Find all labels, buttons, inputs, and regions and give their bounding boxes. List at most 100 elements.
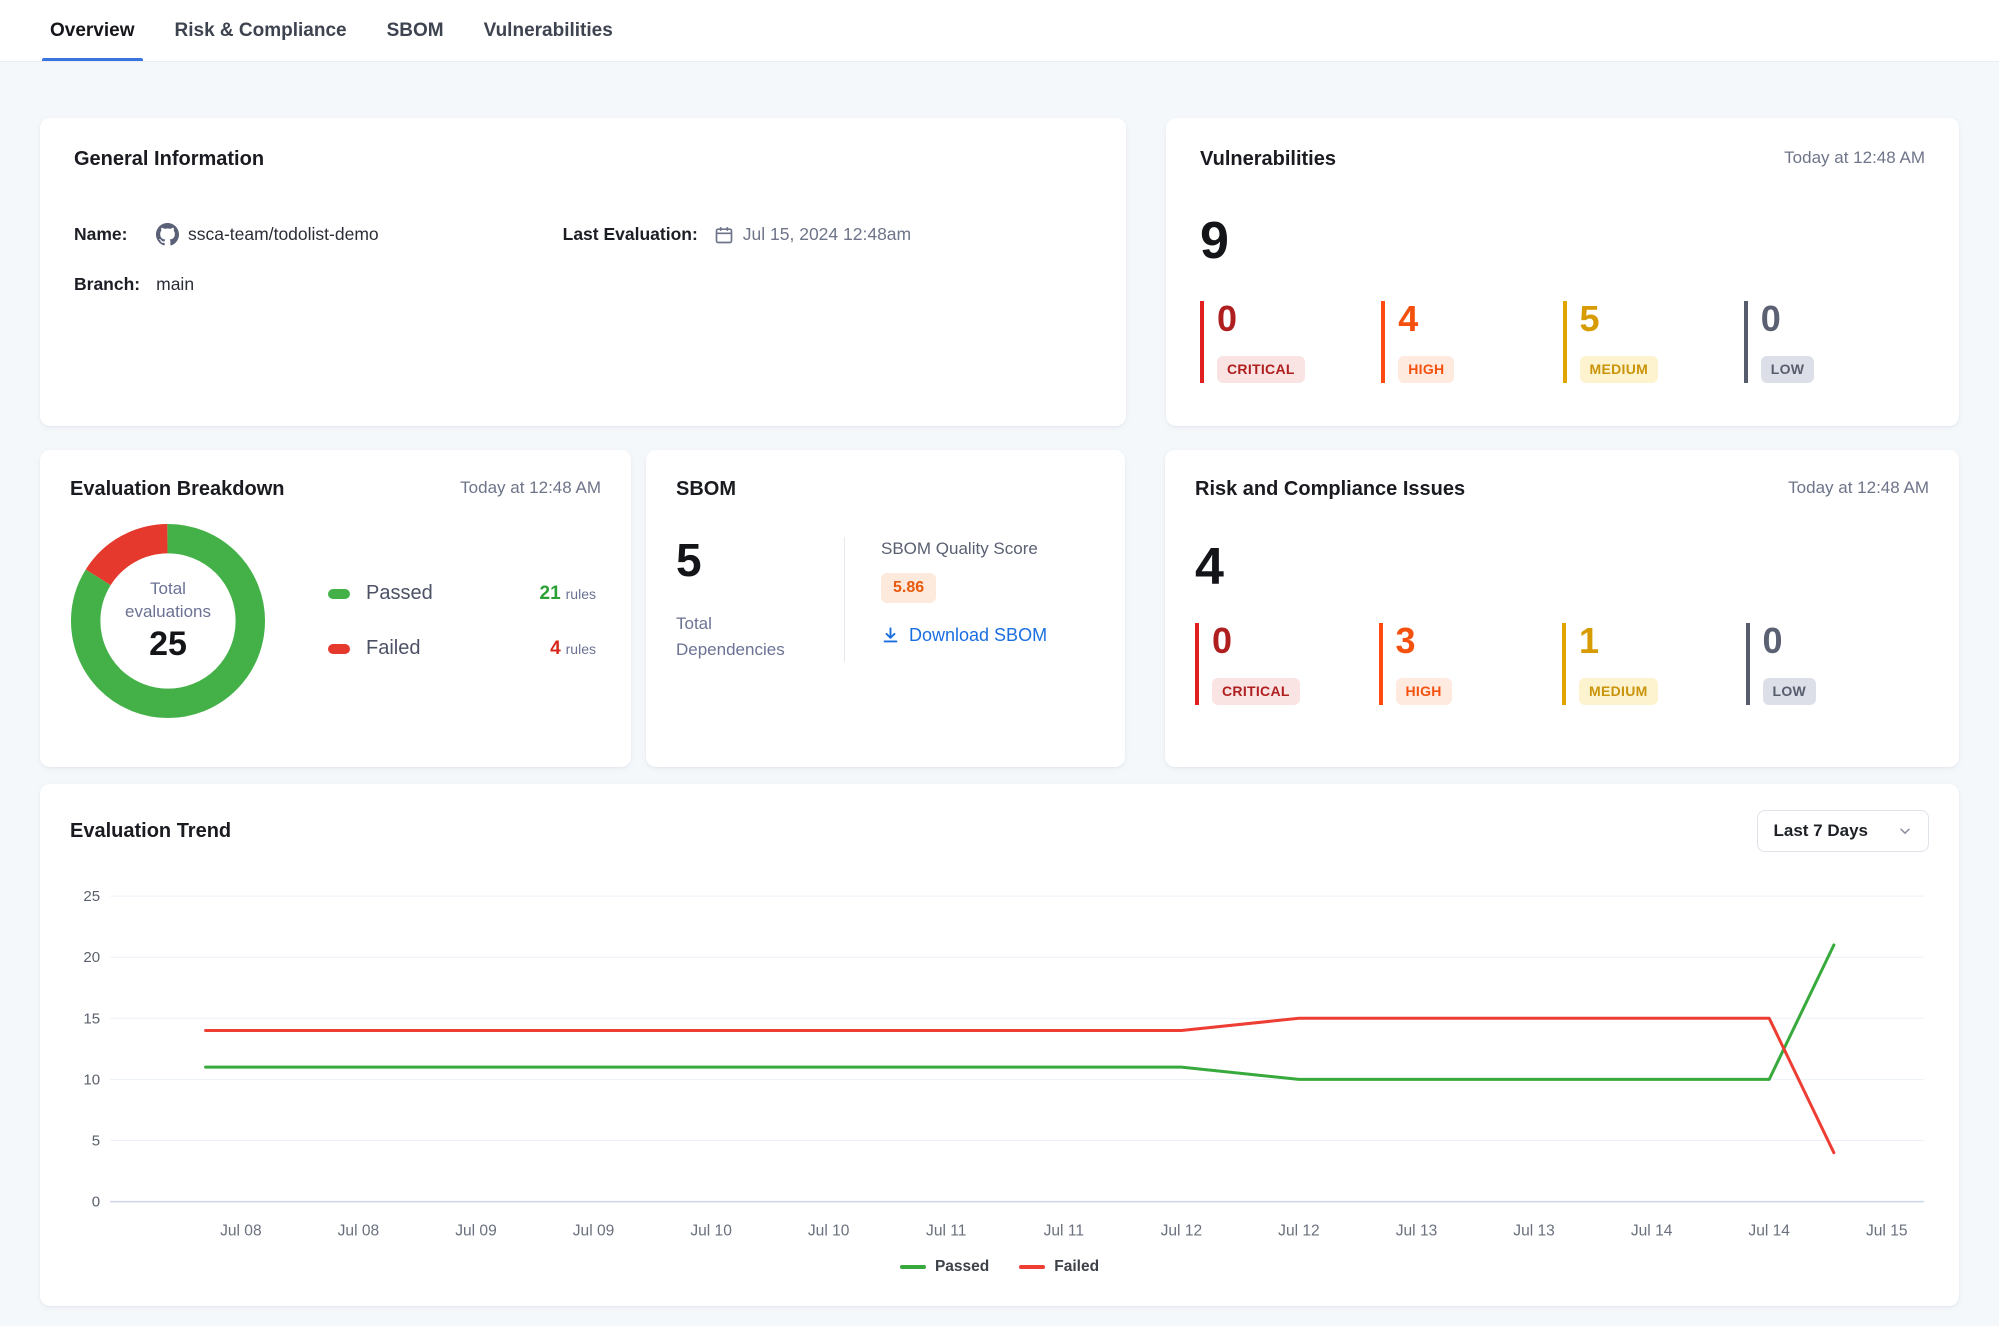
severity-high: 4 HIGH: [1381, 301, 1562, 383]
severity-critical: 0 CRITICAL: [1200, 301, 1381, 383]
passed-pill-icon: [328, 589, 350, 599]
severity-count: 5: [1580, 301, 1744, 337]
svg-text:Jul 13: Jul 13: [1396, 1223, 1438, 1240]
vulnerabilities-card: Vulnerabilities Today at 12:48 AM 9 0 CR…: [1166, 118, 1959, 426]
vulnerabilities-title: Vulnerabilities: [1200, 148, 1336, 171]
github-icon: [156, 223, 179, 246]
severity-badge: LOW: [1763, 678, 1817, 705]
evaluation-breakdown-legend: Passed 21 rules Failed 4rules: [328, 582, 596, 660]
dashboard-page: Overview Risk & Compliance SBOM Vulnerab…: [0, 0, 1999, 1326]
repo-name-value: ssca-team/todolist-demo: [188, 224, 379, 245]
risk-compliance-severity-row: 0 CRITICAL 3 HIGH 1 MEDIUM 0 LOW: [1195, 623, 1929, 705]
vulnerabilities-timestamp: Today at 12:48 AM: [1784, 148, 1925, 168]
time-range-select[interactable]: Last 7 Days: [1757, 810, 1930, 852]
last-evaluation-value: Jul 15, 2024 12:48am: [743, 224, 911, 245]
download-sbom-link[interactable]: Download SBOM: [881, 625, 1047, 646]
svg-text:Jul 09: Jul 09: [455, 1223, 497, 1240]
svg-text:Jul 08: Jul 08: [338, 1223, 380, 1240]
download-icon: [881, 626, 900, 645]
evaluation-trend-title: Evaluation Trend: [70, 820, 231, 843]
chevron-down-icon: [1898, 824, 1912, 838]
severity-count: 4: [1398, 301, 1562, 337]
svg-text:Jul 10: Jul 10: [808, 1223, 850, 1240]
donut-center-label: Total evaluations: [112, 578, 224, 624]
vulnerabilities-total: 9: [1200, 215, 1925, 267]
sbom-dependencies: 5 Total Dependencies: [676, 537, 844, 662]
svg-text:15: 15: [83, 1010, 100, 1027]
repo-name-row: Name: ssca-team/todolist-demo: [74, 223, 563, 246]
sbom-quality-score-badge: 5.86: [881, 573, 936, 603]
evaluation-breakdown-card: Evaluation Breakdown Today at 12:48 AM T…: [40, 450, 631, 767]
sbom-card: SBOM 5 Total Dependencies SBOM Quality S…: [646, 450, 1125, 767]
severity-count: 0: [1761, 301, 1925, 337]
time-range-value: Last 7 Days: [1774, 821, 1869, 841]
evaluation-breakdown-timestamp: Today at 12:48 AM: [460, 478, 601, 498]
legend-label: Failed: [1054, 1258, 1099, 1276]
evaluation-breakdown-title: Evaluation Breakdown: [70, 478, 285, 501]
general-information-title: General Information: [74, 148, 264, 171]
trend-line-chart-svg: 0510152025Jul 08Jul 08Jul 09Jul 09Jul 10…: [70, 876, 1929, 1256]
download-sbom-label: Download SBOM: [909, 625, 1047, 646]
total-dependencies-count: 5: [676, 537, 844, 583]
dashboard-content: General Information Name: ssca-team/todo…: [0, 62, 1999, 1306]
severity-medium: 5 MEDIUM: [1563, 301, 1744, 383]
tab-bar: Overview Risk & Compliance SBOM Vulnerab…: [0, 0, 1999, 62]
risk-compliance-card: Risk and Compliance Issues Today at 12:4…: [1165, 450, 1959, 767]
svg-text:Jul 08: Jul 08: [220, 1223, 262, 1240]
severity-badge: MEDIUM: [1580, 356, 1659, 383]
severity-badge: HIGH: [1398, 356, 1454, 383]
passed-unit: rules: [566, 586, 596, 602]
severity-count: 3: [1396, 623, 1563, 659]
passed-count: 21: [540, 583, 561, 604]
svg-text:Jul 14: Jul 14: [1631, 1223, 1673, 1240]
svg-text:0: 0: [92, 1194, 100, 1211]
tab-risk-compliance[interactable]: Risk & Compliance: [175, 0, 347, 61]
legend-label: Failed: [366, 637, 420, 660]
sbom-title: SBOM: [676, 478, 736, 501]
svg-text:Jul 10: Jul 10: [690, 1223, 732, 1240]
severity-badge: CRITICAL: [1212, 678, 1300, 705]
name-label: Name:: [74, 224, 140, 245]
legend-row-failed: Failed 4rules: [328, 637, 596, 660]
branch-value: main: [156, 274, 194, 295]
risk-compliance-title: Risk and Compliance Issues: [1195, 478, 1465, 501]
severity-badge: HIGH: [1396, 678, 1452, 705]
legend-label: Passed: [366, 582, 433, 605]
sbom-quality: SBOM Quality Score 5.86 Download SBOM: [845, 537, 1047, 662]
severity-count: 0: [1217, 301, 1381, 337]
last-evaluation-label: Last Evaluation:: [563, 224, 698, 245]
svg-text:5: 5: [92, 1132, 100, 1149]
branch-row: Branch: main: [74, 274, 563, 295]
svg-text:20: 20: [83, 949, 100, 966]
svg-text:Jul 13: Jul 13: [1513, 1223, 1555, 1240]
svg-text:Jul 14: Jul 14: [1748, 1223, 1790, 1240]
svg-text:Jul 09: Jul 09: [573, 1223, 615, 1240]
failed-pill-icon: [328, 644, 350, 654]
legend-label: Passed: [935, 1258, 989, 1276]
tab-overview[interactable]: Overview: [50, 0, 135, 61]
svg-text:Jul 12: Jul 12: [1161, 1223, 1203, 1240]
svg-text:Jul 11: Jul 11: [926, 1223, 966, 1240]
svg-text:Jul 12: Jul 12: [1278, 1223, 1320, 1240]
tab-vulnerabilities[interactable]: Vulnerabilities: [484, 0, 613, 61]
evaluation-donut-chart: Total evaluations 25: [70, 523, 266, 719]
sbom-quality-score-label: SBOM Quality Score: [881, 539, 1047, 559]
legend-row-passed: Passed 21 rules: [328, 582, 596, 605]
severity-count: 0: [1763, 623, 1930, 659]
severity-medium: 1 MEDIUM: [1562, 623, 1746, 705]
legend-item-passed: Passed: [900, 1258, 989, 1276]
severity-high: 3 HIGH: [1379, 623, 1563, 705]
risk-compliance-total: 4: [1195, 541, 1929, 593]
donut-center-value: 25: [149, 625, 187, 664]
severity-badge: LOW: [1761, 356, 1815, 383]
calendar-icon: [714, 225, 734, 245]
evaluation-trend-chart: 0510152025Jul 08Jul 08Jul 09Jul 09Jul 10…: [70, 876, 1929, 1256]
vulnerabilities-severity-row: 0 CRITICAL 4 HIGH 5 MEDIUM 0 LOW: [1200, 301, 1925, 383]
severity-badge: MEDIUM: [1579, 678, 1658, 705]
tab-sbom[interactable]: SBOM: [387, 0, 444, 61]
trend-chart-legend: Passed Failed: [70, 1258, 1929, 1276]
failed-count: 4: [550, 638, 561, 659]
svg-text:25: 25: [83, 888, 100, 905]
branch-label: Branch:: [74, 274, 140, 295]
severity-low: 0 LOW: [1744, 301, 1925, 383]
